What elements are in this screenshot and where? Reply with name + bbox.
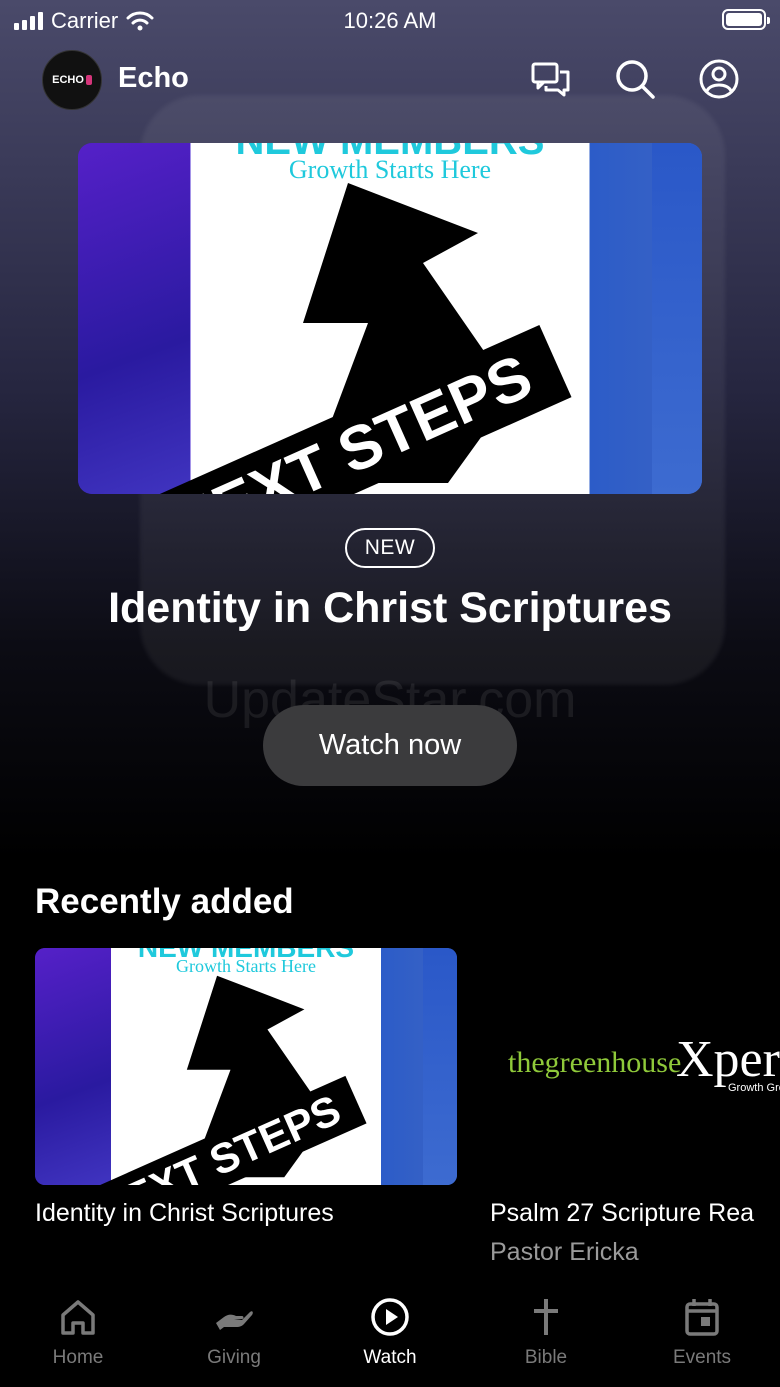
tab-giving[interactable]: Giving <box>156 1287 312 1387</box>
tab-events[interactable]: Events <box>624 1287 780 1387</box>
media-subtitle: Pastor Ericka <box>490 1238 639 1266</box>
tab-watch[interactable]: Watch <box>312 1287 468 1387</box>
media-title: Psalm 27 Scripture Rea <box>490 1199 755 1227</box>
play-icon <box>371 1298 409 1336</box>
status-bar: Carrier 10:26 AM <box>0 0 780 40</box>
status-time: 10:26 AM <box>343 8 437 33</box>
hero-image-tagline: Growth Starts Here <box>288 155 492 184</box>
watch-now-button[interactable]: Watch now <box>263 705 517 786</box>
app-name: Echo <box>118 62 189 94</box>
media-card[interactable]: thegreenhouse Xper Growth Gro Psalm 27 S… <box>490 948 780 1267</box>
tab-home[interactable]: Home <box>0 1287 156 1387</box>
calendar-icon <box>685 1299 719 1336</box>
media-card[interactable]: NEW MEMBERS Growth Starts Here NEXT STEP… <box>35 948 457 1228</box>
tab-bar: Home Giving Watch Bible Events <box>0 1287 780 1387</box>
home-icon <box>61 1300 95 1335</box>
search-icon[interactable] <box>614 58 656 100</box>
battery-icon <box>722 9 770 30</box>
app-header: ECHO Echo <box>42 50 740 110</box>
profile-icon[interactable] <box>698 58 740 100</box>
new-badge: NEW <box>0 528 780 568</box>
media-title: Identity in Christ Scriptures <box>35 1199 334 1227</box>
media-thumbnail[interactable]: thegreenhouse Xper Growth Gro <box>490 948 780 1185</box>
chat-icon[interactable] <box>530 58 572 100</box>
tab-bible[interactable]: Bible <box>468 1287 624 1387</box>
giving-icon <box>216 1311 253 1330</box>
hero-image[interactable]: NEW MEMBERS Growth Starts Here NEXT STEP… <box>78 143 702 494</box>
cross-icon <box>534 1299 558 1335</box>
section-title: Recently added <box>35 882 294 921</box>
hero-title: Identity in Christ Scriptures <box>108 584 672 632</box>
app-logo[interactable]: ECHO <box>42 50 102 110</box>
media-thumbnail[interactable]: NEW MEMBERS Growth Starts Here NEXT STEP… <box>35 948 457 1185</box>
